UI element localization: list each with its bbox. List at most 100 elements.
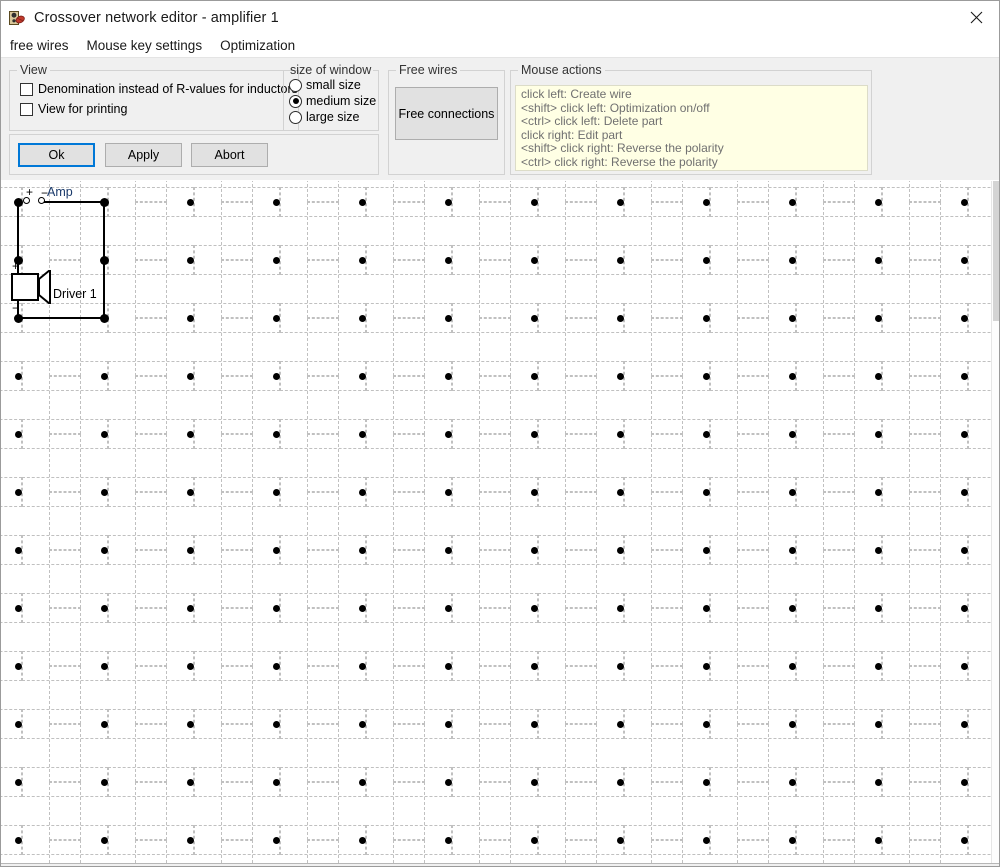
grid-slot-horizontal[interactable] — [538, 303, 624, 333]
grid-slot-horizontal[interactable] — [710, 419, 796, 449]
grid-slot-horizontal[interactable] — [366, 361, 452, 391]
grid-slot-vertical[interactable] — [135, 202, 167, 260]
grid-node[interactable] — [617, 547, 624, 554]
grid-slot-vertical[interactable] — [221, 434, 253, 492]
grid-node[interactable] — [617, 489, 624, 496]
grid-slot-horizontal[interactable] — [108, 825, 194, 855]
grid-node[interactable] — [101, 547, 108, 554]
grid-node[interactable] — [101, 663, 108, 670]
grid-node[interactable] — [703, 605, 710, 612]
grid-slot-vertical[interactable] — [651, 782, 683, 840]
grid-node[interactable] — [15, 779, 22, 786]
grid-node[interactable] — [15, 547, 22, 554]
grid-slot-vertical[interactable] — [479, 550, 511, 608]
grid-slot-vertical[interactable] — [393, 260, 425, 318]
radio-small-size-row[interactable]: small size — [289, 77, 378, 93]
checkbox-view-for-printing-row[interactable]: View for printing — [20, 99, 298, 119]
grid-slot-horizontal[interactable] — [538, 825, 624, 855]
grid-slot-vertical[interactable] — [393, 492, 425, 550]
grid-slot-horizontal[interactable] — [194, 825, 280, 855]
grid-slot-horizontal[interactable] — [194, 245, 280, 275]
grid-node[interactable] — [187, 257, 194, 264]
grid-node[interactable] — [617, 257, 624, 264]
grid-slot-vertical[interactable] — [49, 550, 81, 608]
crossover-canvas[interactable]: +−Amp+−Driver 1 — [1, 181, 999, 867]
grid-slot-vertical[interactable] — [307, 181, 339, 202]
grid-slot-vertical[interactable] — [909, 202, 941, 260]
grid-slot-horizontal[interactable] — [194, 477, 280, 507]
grid-slot-vertical[interactable] — [307, 318, 339, 376]
grid-slot-horizontal[interactable] — [538, 477, 624, 507]
grid-slot-horizontal[interactable] — [280, 593, 366, 623]
radio-medium-size[interactable] — [289, 95, 302, 108]
grid-slot-horizontal[interactable] — [452, 187, 538, 217]
grid-node[interactable] — [531, 547, 538, 554]
grid-slot-vertical[interactable] — [565, 550, 597, 608]
grid-slot-vertical[interactable] — [221, 724, 253, 782]
grid-node[interactable] — [961, 605, 968, 612]
grid-slot-vertical[interactable] — [823, 666, 855, 724]
grid-node[interactable] — [703, 547, 710, 554]
grid-slot-horizontal[interactable] — [366, 477, 452, 507]
grid-slot-vertical[interactable] — [823, 376, 855, 434]
grid-slot-horizontal[interactable] — [280, 477, 366, 507]
grid-slot-vertical[interactable] — [651, 318, 683, 376]
grid-slot-horizontal[interactable] — [796, 361, 882, 391]
grid-node[interactable] — [359, 721, 366, 728]
grid-slot-horizontal[interactable] — [710, 767, 796, 797]
grid-node[interactable] — [359, 431, 366, 438]
grid-slot-horizontal[interactable] — [882, 651, 968, 681]
grid-slot-vertical[interactable] — [737, 782, 769, 840]
grid-slot-horizontal[interactable] — [452, 535, 538, 565]
grid-slot-horizontal[interactable] — [366, 651, 452, 681]
grid-slot-horizontal[interactable] — [882, 419, 968, 449]
grid-node[interactable] — [273, 315, 280, 322]
grid-slot-vertical[interactable] — [393, 434, 425, 492]
grid-slot-horizontal[interactable] — [194, 187, 280, 217]
menu-optimization[interactable]: Optimization — [211, 36, 304, 56]
radio-small-size[interactable] — [289, 79, 302, 92]
grid-node[interactable] — [961, 779, 968, 786]
grid-node[interactable] — [15, 489, 22, 496]
grid-node[interactable] — [359, 837, 366, 844]
grid-slot-horizontal[interactable] — [710, 535, 796, 565]
grid-slot-horizontal[interactable] — [108, 709, 194, 739]
grid-slot-horizontal[interactable] — [366, 245, 452, 275]
grid-node[interactable] — [359, 605, 366, 612]
grid-node[interactable] — [273, 373, 280, 380]
grid-slot-horizontal[interactable] — [882, 303, 968, 333]
grid-slot-horizontal[interactable] — [882, 245, 968, 275]
grid-slot-vertical[interactable] — [737, 550, 769, 608]
grid-slot-horizontal[interactable] — [22, 245, 108, 275]
grid-node[interactable] — [789, 489, 796, 496]
grid-slot-horizontal[interactable] — [194, 593, 280, 623]
grid-slot-horizontal[interactable] — [710, 651, 796, 681]
grid-slot-horizontal[interactable] — [624, 303, 710, 333]
grid-slot-vertical[interactable] — [823, 202, 855, 260]
grid-node[interactable] — [961, 431, 968, 438]
grid-node[interactable] — [531, 779, 538, 786]
grid-node[interactable] — [101, 605, 108, 612]
grid-slot-vertical[interactable] — [135, 181, 167, 202]
grid-slot-vertical[interactable] — [909, 550, 941, 608]
grid-slot-horizontal[interactable] — [796, 825, 882, 855]
grid-slot-vertical[interactable] — [49, 724, 81, 782]
grid-slot-vertical[interactable] — [823, 492, 855, 550]
grid-node[interactable] — [359, 489, 366, 496]
grid-node[interactable] — [531, 489, 538, 496]
grid-node[interactable] — [875, 721, 882, 728]
grid-slot-horizontal[interactable] — [22, 709, 108, 739]
grid-slot-horizontal[interactable] — [882, 535, 968, 565]
grid-slot-horizontal[interactable] — [624, 477, 710, 507]
grid-slot-horizontal[interactable] — [194, 767, 280, 797]
grid-slot-vertical[interactable] — [651, 434, 683, 492]
grid-slot-vertical[interactable] — [221, 202, 253, 260]
vertical-scrollbar-thumb[interactable] — [993, 181, 999, 321]
grid-node[interactable] — [187, 315, 194, 322]
grid-node[interactable] — [273, 837, 280, 844]
grid-slot-horizontal[interactable] — [22, 593, 108, 623]
grid-node[interactable] — [789, 431, 796, 438]
grid-slot-horizontal[interactable] — [22, 419, 108, 449]
grid-node[interactable] — [101, 315, 108, 322]
grid-slot-vertical[interactable] — [135, 434, 167, 492]
